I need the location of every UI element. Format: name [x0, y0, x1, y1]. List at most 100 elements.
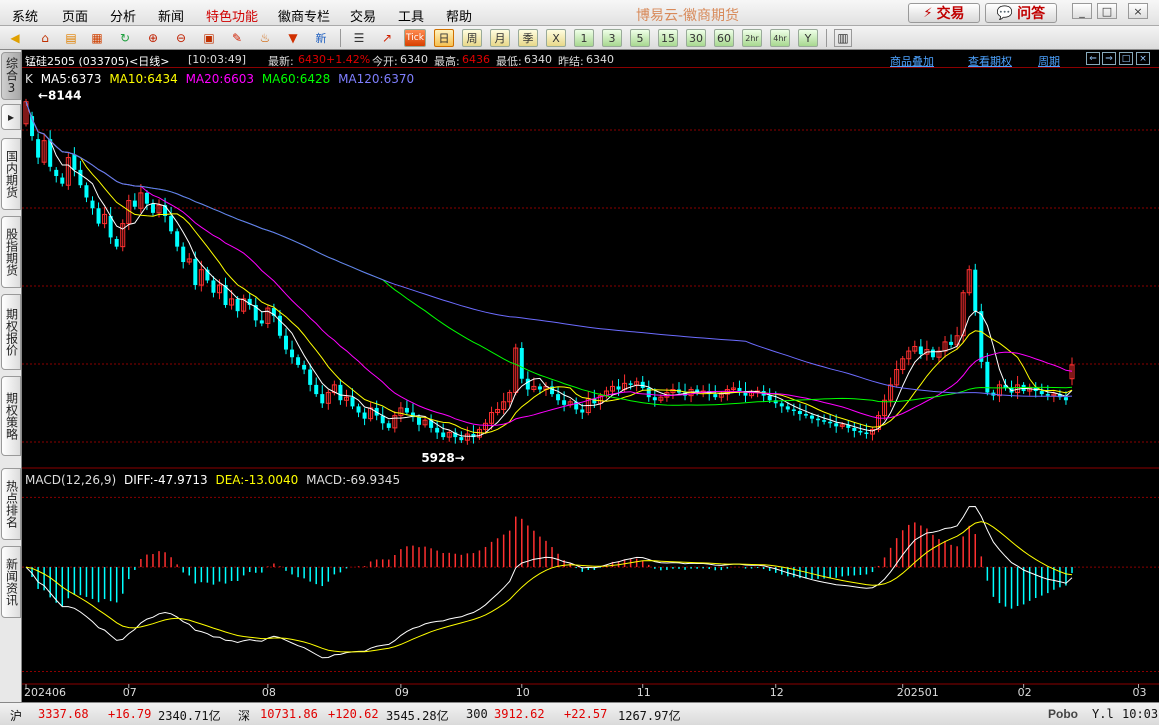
x-tick-label: 202501 — [897, 686, 939, 699]
period-60min[interactable]: 60 — [714, 29, 734, 47]
filter-icon[interactable]: ▼ — [284, 29, 302, 47]
back-arrow-icon[interactable]: ◀ — [6, 29, 24, 47]
period-30min[interactable]: 30 — [686, 29, 706, 47]
tab-hot-ranking[interactable]: 热点排名 — [1, 468, 21, 540]
period-week[interactable]: 周 — [462, 29, 482, 47]
candle-body-down — [283, 335, 288, 350]
toolbar-separator — [340, 29, 341, 47]
menu-tools[interactable]: 工具 — [398, 6, 424, 25]
sz-amount: 3545.28亿 — [386, 709, 449, 723]
menu-bar: 系统 页面 分析 新闻 特色功能 徽商专栏 交易 工具 帮助 博易云-徽商期货 … — [0, 0, 1159, 26]
candle-body-down — [556, 394, 561, 401]
new-icon[interactable]: 新 — [312, 29, 330, 47]
candle-body-down — [930, 349, 935, 358]
maximize-button[interactable]: □ — [1097, 3, 1117, 19]
tab-overview[interactable]: 综合3 — [1, 52, 21, 100]
candle-body-down — [864, 432, 869, 435]
home-icon[interactable]: ⌂ — [36, 29, 54, 47]
tick-button[interactable]: Tick — [404, 29, 426, 47]
candle-body-down — [54, 169, 59, 177]
lightning-icon: ⚡ — [923, 5, 933, 21]
period-1min[interactable]: 1 — [574, 29, 594, 47]
candle-body-down — [979, 311, 984, 362]
period-2hr[interactable]: 2hr — [742, 29, 762, 47]
period-4hr[interactable]: 4hr — [770, 29, 790, 47]
candle-body-down — [640, 381, 645, 388]
menu-analysis[interactable]: 分析 — [110, 6, 136, 25]
tab-index-futures[interactable]: 股指期货 — [1, 216, 21, 288]
tab-domestic-futures[interactable]: 国内期货 — [1, 138, 21, 210]
candle-body-down — [973, 269, 978, 312]
period-x[interactable]: X — [546, 29, 566, 47]
pobo-logo: Pobo — [1048, 707, 1078, 721]
menu-page[interactable]: 页面 — [62, 6, 88, 25]
c300-label: 300 — [466, 707, 488, 721]
candle-body-down — [580, 409, 585, 413]
close-button[interactable]: × — [1128, 3, 1148, 19]
database-icon[interactable]: ▤ — [62, 29, 80, 47]
sz-change: +120.62 — [328, 707, 379, 721]
period-day[interactable]: 日 — [434, 29, 454, 47]
candle-body-down — [646, 387, 651, 398]
period-quarter[interactable]: 季 — [518, 29, 538, 47]
report-icon[interactable]: ▦ — [88, 29, 106, 47]
menu-help[interactable]: 帮助 — [446, 6, 472, 25]
chart-area[interactable]: 锰硅2505 (033705)<日线> [10:03:49] 最新: 6430 … — [22, 50, 1159, 702]
menu-system[interactable]: 系统 — [12, 6, 38, 25]
menu-special[interactable]: 特色功能 — [206, 6, 258, 25]
candle-body-down — [949, 341, 954, 345]
tab-news[interactable]: 新闻资讯 — [1, 546, 21, 618]
sh-change: +16.79 — [108, 707, 152, 721]
candle-body-down — [211, 280, 216, 293]
candle-body-down — [810, 415, 815, 419]
period-month[interactable]: 月 — [490, 29, 510, 47]
period-3min[interactable]: 3 — [602, 29, 622, 47]
candle-body-down — [350, 397, 355, 407]
candle-body-down — [822, 420, 827, 422]
candle-body-down — [918, 346, 923, 355]
candle-body-down — [803, 414, 808, 416]
c300-change: +22.57 — [564, 707, 608, 721]
period-5min[interactable]: 5 — [630, 29, 650, 47]
candle-body-down — [338, 384, 343, 401]
candle-body-down — [356, 406, 361, 413]
candle-body-down — [652, 397, 657, 401]
app-title: 博易云-徽商期货 — [636, 8, 740, 24]
candle-body-down — [175, 231, 180, 247]
window-icon[interactable]: ▣ — [200, 29, 218, 47]
zoom-in-icon[interactable]: ⊕ — [144, 29, 162, 47]
minimize-button[interactable]: _ — [1072, 3, 1092, 19]
candle-body-down — [193, 258, 198, 286]
menu-news[interactable]: 新闻 — [158, 6, 184, 25]
bell-icon[interactable]: ♨ — [256, 29, 274, 47]
candle-body-down — [302, 364, 307, 370]
trend-icon[interactable]: ↗ — [378, 29, 396, 47]
candle-body-down — [785, 406, 790, 410]
refresh-icon[interactable]: ↻ — [116, 29, 134, 47]
candle-body-down — [296, 357, 301, 365]
ask-button[interactable]: 💬 问答 — [985, 3, 1057, 23]
tab-option-strategy[interactable]: 期权策略 — [1, 376, 21, 456]
period-15min[interactable]: 15 — [658, 29, 678, 47]
candle-body-down — [417, 417, 422, 425]
pen-icon[interactable]: ✎ — [228, 29, 246, 47]
candle-body-down — [737, 387, 742, 392]
period-y[interactable]: Y — [798, 29, 818, 47]
sh-amount: 2340.71亿 — [158, 709, 221, 723]
x-tick-label: 10 — [516, 686, 530, 699]
left-tab-strip: 综合3 ▸ 国内期货 股指期货 期权报价 期权策略 热点排名 新闻资讯 — [0, 50, 22, 702]
candle-body-down — [816, 418, 821, 421]
trade-button[interactable]: ⚡ 交易 — [908, 3, 980, 23]
candle-body-down — [713, 394, 718, 398]
tab-option-quotes[interactable]: 期权报价 — [1, 294, 21, 370]
layout-icon[interactable]: ▥ — [834, 29, 852, 47]
candle-body-down — [828, 421, 833, 424]
candle-body-down — [78, 169, 83, 186]
table-icon[interactable]: ☰ — [350, 29, 368, 47]
tab-expand-arrow-icon[interactable]: ▸ — [1, 104, 21, 130]
candle-body-down — [290, 349, 295, 358]
candle-body-down — [441, 432, 446, 438]
menu-trade[interactable]: 交易 — [350, 6, 376, 25]
zoom-out-icon[interactable]: ⊖ — [172, 29, 190, 47]
menu-column[interactable]: 徽商专栏 — [278, 6, 330, 25]
